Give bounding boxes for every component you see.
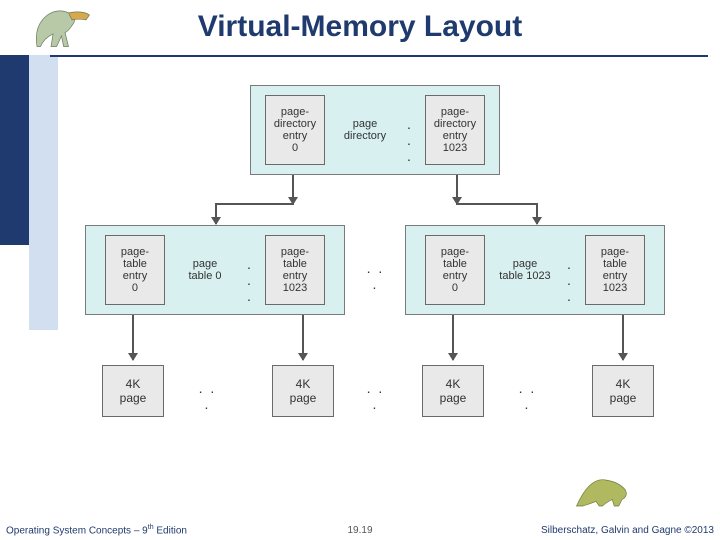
title-rule: [50, 55, 708, 57]
ellipsis-icon: . . .: [515, 380, 540, 412]
side-band-light: [29, 55, 58, 330]
connector-dir0-to-table0-v1: [292, 175, 294, 204]
ellipsis-icon: . . .: [363, 260, 388, 292]
ellipsis-icon: . . .: [405, 116, 415, 164]
slide-footer: Operating System Concepts – 9th Edition …: [0, 518, 720, 536]
page-table-0-label-text: pagetable 0: [188, 258, 221, 282]
connector-dir1023-to-table1023-v1: [456, 175, 458, 204]
page-table-1023-entry-1023: page-tableentry1023: [585, 235, 645, 305]
slide: Virtual-Memory Layout page-directoryentr…: [0, 0, 720, 540]
connector-to-page-1: [132, 315, 134, 360]
page-directory-label-text: pagedirectory: [344, 118, 386, 142]
ellipsis-icon: . . .: [245, 256, 255, 304]
connector-dir0-to-table0-h: [215, 203, 294, 205]
connector-to-page-3: [452, 315, 454, 360]
page-directory-label: pagedirectory: [335, 95, 395, 165]
connector-to-page-2: [302, 315, 304, 360]
ellipsis-icon: . . .: [363, 380, 388, 412]
page-table-1023-label-text: pagetable 1023: [499, 258, 550, 282]
page-4k-2: 4Kpage: [272, 365, 334, 417]
page-table-0-group: page-tableentry0 pagetable 0 . . . page-…: [85, 225, 345, 315]
connector-dir0-to-table0-v2: [215, 205, 217, 224]
page-table-1023-entry-0: page-tableentry0: [425, 235, 485, 305]
page-directory-group: page-directoryentry0 pagedirectory . . .…: [250, 85, 500, 175]
connector-dir1023-to-table1023-v2: [536, 205, 538, 224]
page-table-1023-group: page-tableentry0 pagetable 1023 . . . pa…: [405, 225, 665, 315]
page-4k-1: 4Kpage: [102, 365, 164, 417]
page-4k-3: 4Kpage: [422, 365, 484, 417]
connector-dir1023-to-table1023-h: [456, 203, 538, 205]
slide-title: Virtual-Memory Layout: [0, 10, 720, 44]
page-4k-4: 4Kpage: [592, 365, 654, 417]
page-table-0-entry-0: page-tableentry0: [105, 235, 165, 305]
ellipsis-icon: . . .: [195, 380, 220, 412]
side-band-dark: [0, 55, 29, 245]
page-table-0-entry-1023: page-tableentry1023: [265, 235, 325, 305]
page-directory-entry-1023: page-directoryentry1023: [425, 95, 485, 165]
page-table-1023-label: pagetable 1023: [495, 235, 555, 305]
page-table-0-label: pagetable 0: [175, 235, 235, 305]
page-directory-entry-0: page-directoryentry0: [265, 95, 325, 165]
footer-right: Silberschatz, Galvin and Gagne ©2013: [541, 525, 714, 536]
vm-layout-diagram: page-directoryentry0 pagedirectory . . .…: [80, 80, 670, 480]
ellipsis-icon: . . .: [565, 256, 575, 304]
connector-to-page-4: [622, 315, 624, 360]
